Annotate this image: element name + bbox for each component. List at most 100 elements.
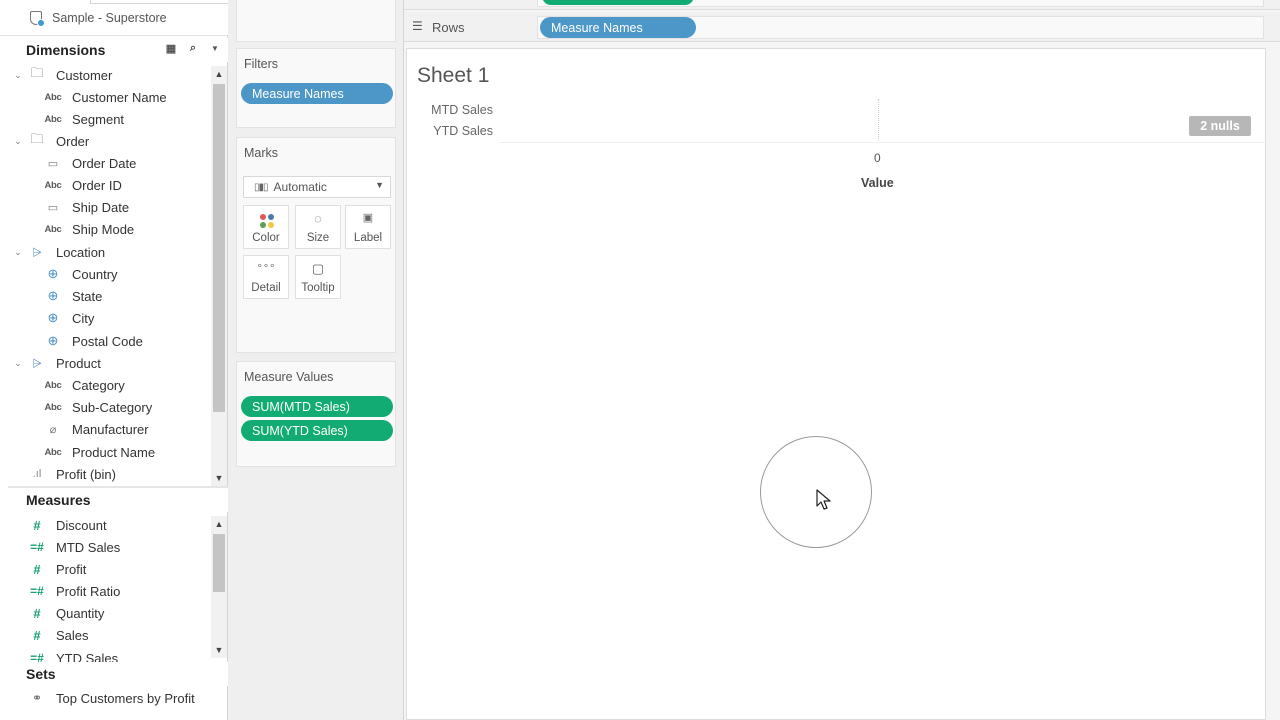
calc-hash-icon: =# (30, 540, 44, 554)
abc-icon: Abc (44, 91, 62, 103)
mark-type-value: Automatic (273, 180, 327, 194)
calendar-icon: ▭ (47, 201, 59, 214)
search-icon[interactable]: ⌕ (186, 42, 200, 55)
sets-title: Sets (26, 666, 56, 682)
abc-icon: Abc (44, 223, 62, 235)
hierarchy-icon: ⩥ (32, 355, 42, 370)
mouse-pointer-icon (816, 489, 831, 510)
chevron-down-icon: ▼ (375, 180, 384, 190)
columns-shelf (404, 0, 1280, 10)
columns-shelf-area[interactable] (537, 0, 1264, 7)
dimensions-scrollbar[interactable]: ▲ ▼ (211, 66, 227, 486)
color-button[interactable]: Color (243, 205, 289, 249)
scroll-down-icon[interactable]: ▼ (211, 642, 227, 658)
datasource-item[interactable]: Sample - Superstore (0, 0, 228, 36)
sets-list: ⚭ Top Customers by Profit (0, 687, 212, 709)
nulls-indicator[interactable]: 2 nulls (1189, 116, 1251, 136)
measures-scrollbar[interactable]: ▲ ▼ (211, 516, 227, 658)
detail-button[interactable]: ∘∘∘ Detail (243, 255, 289, 299)
data-pane: Sample - Superstore Dimensions ▦ ⌕ ▼ ⌄ 🗀 C… (0, 0, 228, 720)
globe-icon: ⊕ (47, 266, 59, 281)
tooltip-icon: ▢ (311, 261, 325, 276)
bin-icon: .ıl (32, 468, 42, 480)
dimensions-header: Dimensions ▦ ⌕ ▼ (0, 38, 228, 62)
tableau-window: Sample - Superstore Dimensions ▦ ⌕ ▼ ⌄ 🗀 C… (0, 0, 1280, 720)
tooltip-button-label: Tooltip (301, 282, 335, 294)
hierarchy-icon: ⩥ (32, 244, 42, 259)
bar-chart-icon: ▯▮▯ (254, 181, 268, 193)
abc-icon: Abc (44, 379, 62, 391)
pane-tab-border (90, 0, 228, 4)
filters-title: Filters (244, 57, 279, 71)
measures-list: # Discount =# MTD Sales # Profit =# Profit R… (0, 514, 212, 665)
measure-pill-mtd-sales[interactable]: SUM(MTD Sales) (241, 396, 393, 417)
zero-reference-line (878, 99, 879, 143)
abc-icon: Abc (44, 401, 62, 413)
set-icon: ⚭ (31, 691, 43, 705)
measures-header: Measures (0, 488, 228, 512)
size-icon: ◌ (314, 211, 322, 226)
grid-view-icon[interactable]: ▦ (164, 42, 178, 55)
datasource-icon (30, 11, 45, 27)
cards-column: Filters Measure Names Marks ▯▮▯ Automati… (228, 0, 404, 720)
scroll-down-icon[interactable]: ▼ (211, 470, 227, 486)
axis-tick-label: 0 (874, 151, 881, 165)
view-canvas[interactable]: Sheet 1 MTD Sales YTD Sales 2 nulls 0 Va… (406, 48, 1267, 720)
axis-title[interactable]: Value (861, 176, 894, 190)
abc-icon: Abc (44, 179, 62, 191)
scroll-up-icon[interactable]: ▲ (211, 66, 227, 82)
size-button[interactable]: ◌ Size (295, 205, 341, 249)
scroll-thumb[interactable] (213, 84, 225, 412)
tooltip-button[interactable]: ▢ Tooltip (295, 255, 341, 299)
color-icon (260, 214, 274, 228)
datasource-label: Sample - Superstore (52, 10, 167, 25)
hash-icon: # (33, 605, 41, 621)
detail-button-label: Detail (251, 282, 281, 294)
folder-icon: 🗀 (30, 131, 44, 146)
filters-card[interactable]: Filters Measure Names (236, 48, 396, 128)
hash-icon: # (33, 627, 41, 643)
rows-pill-measure-names[interactable]: Measure Names (540, 17, 696, 38)
mark-type-select[interactable]: ▯▮▯ Automatic ▼ (243, 176, 391, 198)
globe-icon: ⊕ (47, 333, 59, 348)
scroll-thumb[interactable] (213, 534, 225, 592)
hash-icon: # (33, 561, 41, 577)
dimensions-list: ⌄ 🗀 Customer Abc Customer Name Abc Segment ⌄… (13, 65, 167, 482)
rows-shelf-area[interactable]: Measure Names (537, 16, 1264, 39)
pages-card (236, 0, 396, 42)
columns-pill[interactable] (542, 0, 694, 5)
chevron-down-icon[interactable]: ⌄ (13, 70, 23, 81)
filter-pill-measure-names[interactable]: Measure Names (241, 83, 393, 104)
chevron-down-icon[interactable]: ⌄ (13, 358, 23, 369)
measure-pill-ytd-sales[interactable]: SUM(YTD Sales) (241, 420, 393, 441)
sheet-title[interactable]: Sheet 1 (417, 64, 489, 88)
chevron-down-icon[interactable]: ⌄ (13, 136, 23, 147)
rows-shelf: ☰ Rows Measure Names (404, 12, 1280, 42)
menu-dropdown-icon[interactable]: ▼ (208, 44, 222, 53)
abc-icon: Abc (44, 113, 62, 125)
paperclip-icon: ⌀ (49, 423, 57, 436)
calc-hash-icon: =# (30, 584, 44, 598)
hash-icon: # (33, 517, 41, 533)
rows-label: Rows (432, 20, 465, 35)
measures-title: Measures (26, 492, 91, 508)
row-header-mtd-sales[interactable]: MTD Sales (431, 103, 493, 117)
measure-values-title: Measure Values (244, 370, 334, 384)
globe-icon: ⊕ (47, 310, 59, 325)
row-header-ytd-sales[interactable]: YTD Sales (433, 124, 493, 138)
sets-header: Sets (0, 662, 228, 686)
measure-values-card[interactable]: Measure Values SUM(MTD Sales) SUM(YTD Sa… (236, 361, 396, 467)
label-icon: ▣ (362, 212, 374, 224)
chevron-down-icon[interactable]: ⌄ (13, 247, 23, 258)
scroll-up-icon[interactable]: ▲ (211, 516, 227, 532)
size-button-label: Size (306, 232, 330, 244)
calendar-icon: ▭ (47, 157, 59, 170)
dimensions-title: Dimensions (26, 42, 106, 58)
pane-border (499, 142, 1267, 143)
marks-title: Marks (244, 146, 279, 160)
detail-icon: ∘∘∘ (256, 261, 276, 272)
label-button[interactable]: ▣ Label (345, 205, 391, 249)
abc-icon: Abc (44, 446, 62, 458)
globe-icon: ⊕ (47, 288, 59, 303)
marks-card: Marks ▯▮▯ Automatic ▼ Color ◌ Size ▣ Lab… (236, 137, 396, 353)
